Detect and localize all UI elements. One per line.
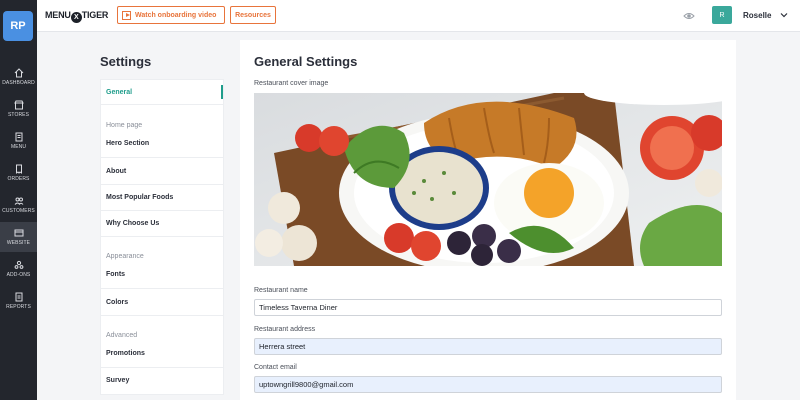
store-icon [13, 100, 24, 110]
settings-item-label: Hero Section [106, 140, 150, 147]
active-indicator [221, 85, 223, 99]
reports-icon [15, 292, 22, 302]
top-bar: MENU X TIGER Watch onboarding video Resour… [37, 0, 800, 32]
cover-image[interactable] [254, 93, 722, 266]
nav-website[interactable]: WEBSITE [0, 222, 37, 252]
addons-icon [14, 260, 23, 269]
settings-item-label: Fonts [106, 271, 126, 278]
watch-onboarding-video-button[interactable]: Watch onboarding video [117, 6, 225, 24]
settings-item-label: Why Choose Us [106, 220, 160, 227]
cover-image-label: Restaurant cover image [254, 80, 329, 87]
settings-item-promotions[interactable]: Promotions [101, 345, 223, 368]
settings-item-label: General [106, 89, 133, 96]
left-nav-rail: RP DASHBOARD STORES MENU ORDERS CUSTOMER… [0, 0, 37, 400]
chevron-down-icon[interactable] [779, 10, 789, 20]
settings-item-general[interactable]: General [101, 80, 223, 105]
settings-item-label: About [106, 168, 127, 175]
settings-item-colors[interactable]: Colors [101, 289, 223, 316]
username[interactable]: Roselle [743, 11, 771, 20]
brand-mark: X [70, 12, 82, 23]
general-settings-panel: General Settings Restaurant cover image [240, 40, 736, 400]
settings-title: Settings [100, 54, 152, 69]
menu-icon [15, 132, 22, 142]
nav-label: CUSTOMERS [2, 208, 35, 214]
nav-menu[interactable]: MENU [0, 126, 37, 156]
nav-label: MENU [10, 144, 27, 150]
account-logo[interactable]: RP [3, 11, 33, 41]
settings-item-why-choose-us[interactable]: Why Choose Us [101, 211, 223, 237]
brand-text-left: MENU [45, 10, 71, 20]
nav-label: DASHBOARD [2, 80, 35, 86]
nav-stores[interactable]: STORES [0, 94, 37, 124]
nav-dashboard[interactable]: DASHBOARD [0, 62, 37, 92]
orders-icon [15, 164, 22, 174]
nav-add-ons[interactable]: ADD-ONS [0, 254, 37, 284]
settings-group-home-page: Home page [106, 122, 143, 129]
settings-group-advanced: Advanced [106, 332, 138, 339]
contact-email-input[interactable]: uptowngrill9800@gmail.com [254, 376, 722, 393]
settings-item-fonts[interactable]: Fonts [101, 266, 223, 289]
nav-label: ADD-ONS [6, 272, 31, 278]
page-title: General Settings [254, 54, 358, 69]
restaurant-address-input[interactable]: Herrera street [254, 338, 722, 355]
food-photo [254, 93, 722, 266]
settings-item-survey[interactable]: Survey [101, 368, 223, 394]
settings-item-label: Promotions [106, 350, 145, 357]
settings-menu: General Home page Hero Section About Mos… [100, 79, 224, 395]
resources-label: Resources [235, 11, 271, 19]
brand-logo[interactable]: MENU X TIGER [45, 10, 108, 23]
restaurant-address-label: Restaurant address [254, 326, 316, 333]
settings-item-hero-section[interactable]: Hero Section [101, 135, 223, 158]
nav-orders[interactable]: ORDERS [0, 158, 37, 188]
settings-item-label: Survey [106, 377, 130, 384]
nav-label: ORDERS [7, 176, 30, 182]
restaurant-name-label: Restaurant name [254, 287, 308, 294]
brand-text-right: TIGER [81, 10, 109, 20]
nav-reports[interactable]: REPORTS [0, 286, 37, 316]
eye-icon[interactable] [683, 10, 695, 22]
play-icon [122, 10, 131, 20]
settings-item-most-popular-foods[interactable]: Most Popular Foods [101, 185, 223, 211]
settings-group-appearance: Appearance [106, 253, 144, 260]
watch-onboarding-video-label: Watch onboarding video [135, 11, 217, 19]
contact-email-label: Contact email [254, 364, 297, 371]
website-icon [14, 229, 23, 237]
settings-item-about[interactable]: About [101, 158, 223, 185]
customers-icon [14, 197, 23, 205]
restaurant-name-input[interactable]: Timeless Taverna Diner [254, 299, 722, 316]
settings-item-label: Most Popular Foods [106, 194, 174, 201]
nav-customers[interactable]: CUSTOMERS [0, 190, 37, 220]
home-icon [14, 68, 23, 78]
settings-item-label: Colors [106, 299, 129, 306]
nav-label: STORES [7, 112, 30, 118]
resources-button[interactable]: Resources [230, 6, 276, 24]
nav-label: REPORTS [6, 304, 31, 310]
avatar[interactable]: R [712, 6, 732, 24]
nav-label: WEBSITE [6, 240, 31, 246]
